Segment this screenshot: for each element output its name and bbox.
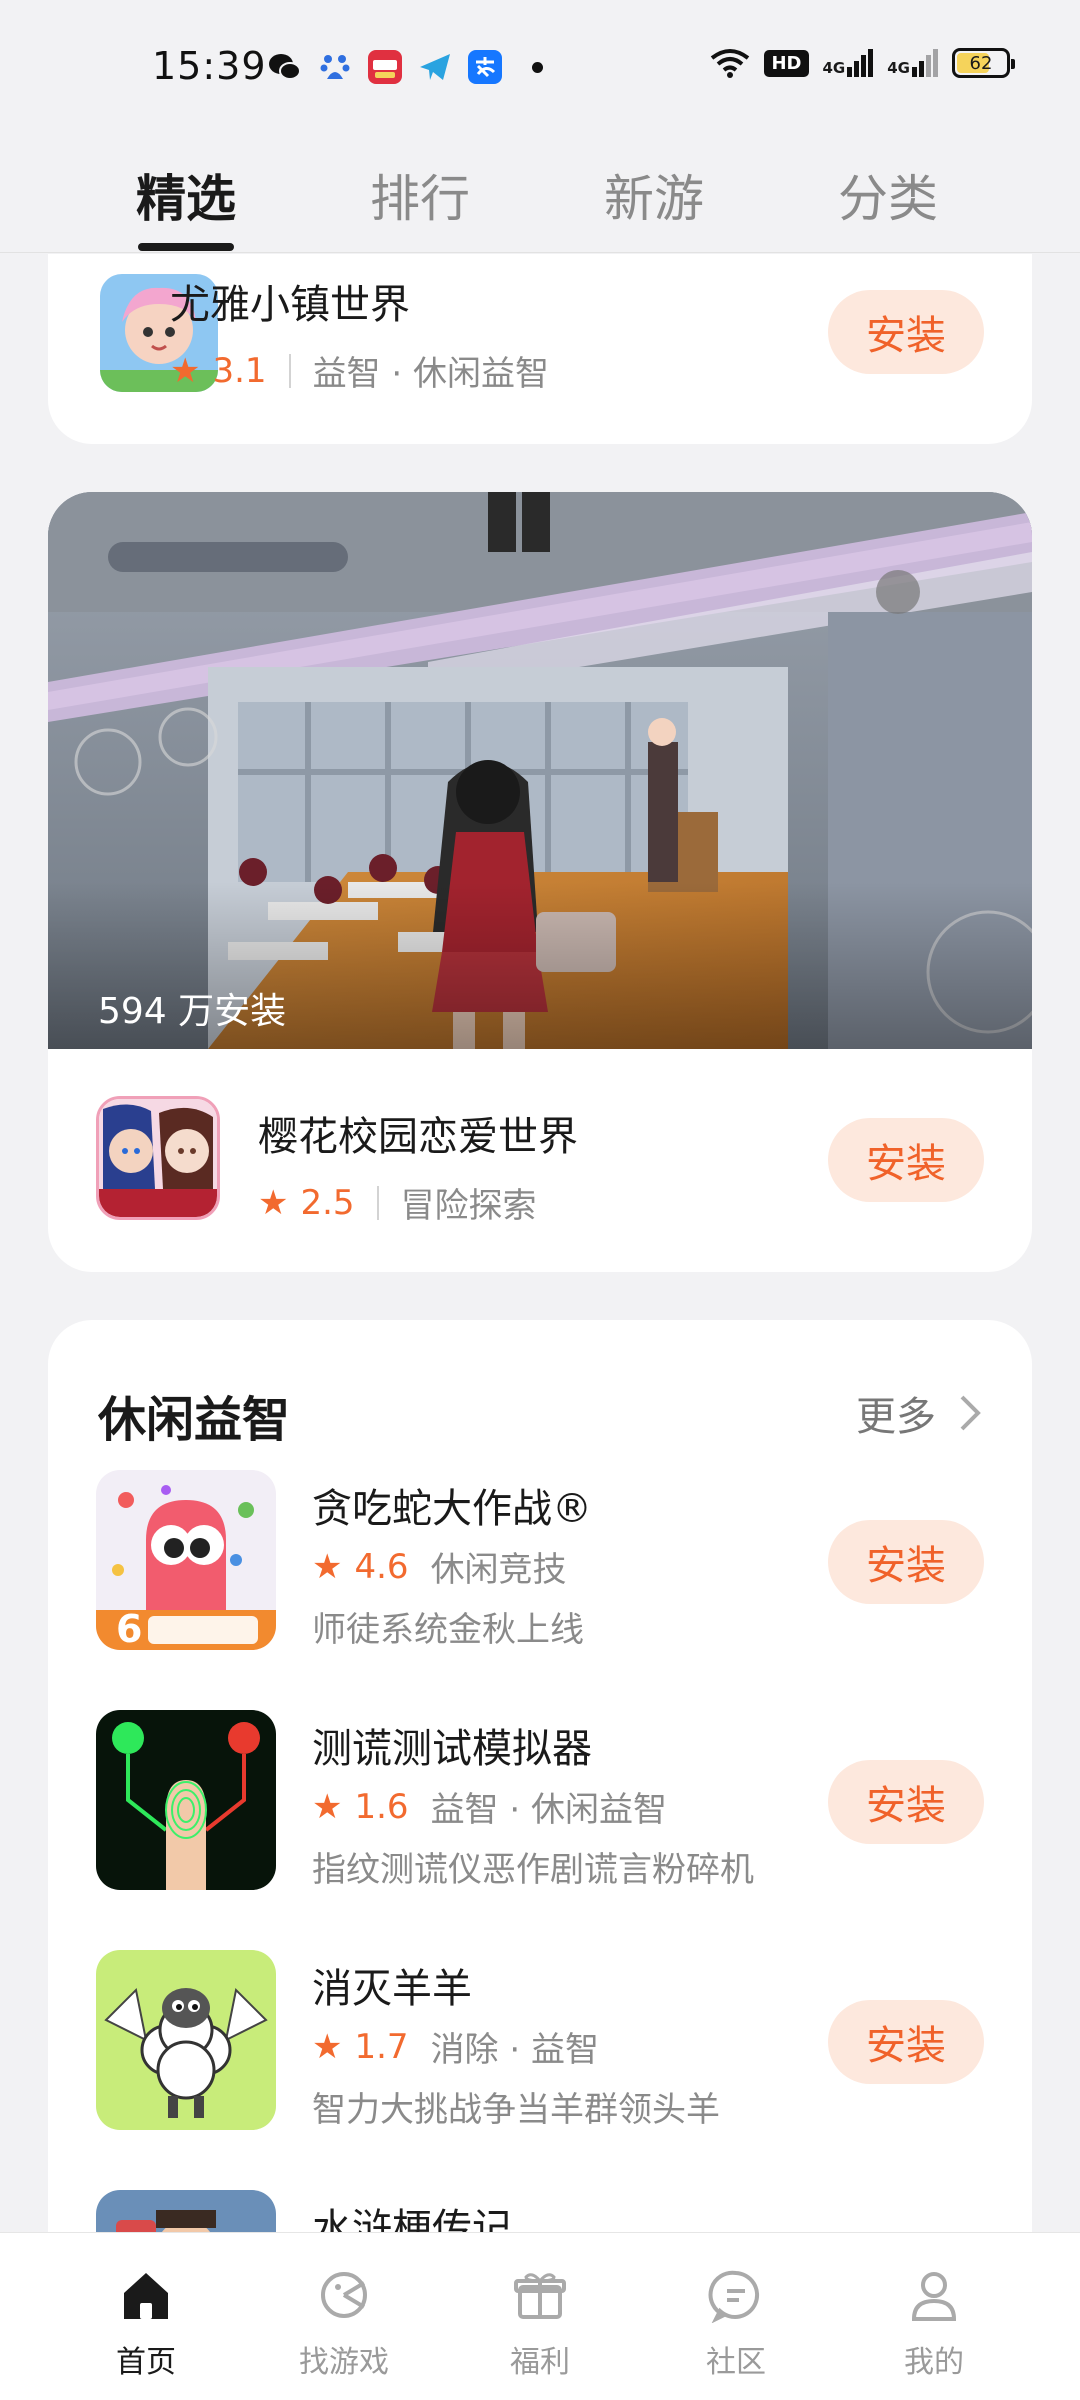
featured-banner-image[interactable]: 594 万安装 — [48, 492, 1032, 1049]
app-name: 尤雅小镇世界 — [170, 282, 410, 328]
list-item[interactable]: 6 贪吃蛇大作战® ★ 4.6 休闲竞技 师徒系统金秋上线 安装 — [48, 1470, 1032, 1670]
community-icon — [708, 2270, 760, 2323]
app-name: 测谎测试模拟器 — [312, 1726, 592, 1772]
app-rating: 3.1 — [212, 350, 267, 391]
app-name: 消灭羊羊 — [312, 1966, 472, 2012]
snake-app-icon: 6 — [96, 1470, 276, 1650]
install-button[interactable]: 安装 — [828, 1520, 984, 1604]
profile-icon — [911, 2272, 957, 2321]
home-icon — [124, 2273, 168, 2319]
install-count: 594 万安装 — [98, 991, 287, 1032]
install-button[interactable]: 安装 — [828, 290, 984, 374]
list-item[interactable]: 消灭羊羊 ★ 1.7 消除 · 益智 智力大挑战争当羊群领头羊 安装 — [48, 1950, 1032, 2150]
svg-text:6: 6 — [116, 1607, 142, 1650]
nav-benefits[interactable]: 福利 — [460, 2261, 620, 2381]
star-icon: ★ — [312, 1546, 343, 1587]
chevron-right-icon — [960, 1395, 981, 1431]
hd-badge: HD — [764, 49, 809, 77]
signal-2: 4G — [887, 49, 938, 77]
section-title: 休闲益智 — [98, 1392, 291, 1448]
tab-active-indicator — [138, 243, 234, 251]
nav-home-label: 首页 — [116, 2345, 176, 2380]
tab-new-games[interactable]: 新游 — [574, 159, 734, 231]
app-name: 贪吃蛇大作战® — [312, 1486, 592, 1532]
signal-1: 4G — [823, 49, 874, 77]
section-casual-puzzle: 休闲益智 更多 6 贪吃蛇大作战® ★ 4.6 休闲竞技 师徒系统金秋上线 安装 — [48, 1320, 1032, 2320]
more-notifications-dot — [532, 61, 543, 73]
bottom-nav: 首页 找游戏 福利 社区 我的 — [0, 2232, 1080, 2400]
app-rating-row: ★ 2.5 冒险探索 — [258, 1178, 537, 1227]
nav-benefits-label: 福利 — [510, 2345, 570, 2380]
star-icon: ★ — [312, 2026, 343, 2067]
featured-card[interactable]: 594 万安装 樱花校园恋爱世界 ★ 2.5 冒险探索 安装 — [48, 492, 1032, 1272]
list-item[interactable]: 测谎测试模拟器 ★ 1.6 益智 · 休闲益智 指纹测谎仪恶作剧谎言粉碎机 安装 — [48, 1710, 1032, 1910]
more-label: 更多 — [856, 1394, 936, 1440]
star-icon: ★ — [312, 1786, 343, 1827]
star-icon: ★ — [258, 1182, 289, 1223]
xiaohongshu-icon — [368, 50, 402, 84]
app-card-youya[interactable]: 尤雅小镇世界 ★ 3.1 益智 · 休闲益智 安装 — [48, 254, 1032, 444]
notification-icons — [268, 50, 543, 84]
signal-2-label: 4G — [887, 59, 910, 77]
app-description: 指纹测谎仪恶作剧谎言粉碎机 — [312, 1850, 754, 1890]
status-indicators: HD 4G 4G 62 — [710, 48, 1015, 78]
wifi-icon — [711, 49, 750, 78]
app-rating: 4.6 — [354, 1546, 409, 1587]
nav-home[interactable]: 首页 — [66, 2261, 226, 2381]
divider — [376, 1185, 379, 1220]
nav-profile[interactable]: 我的 — [854, 2261, 1014, 2381]
app-rating: 1.7 — [354, 2026, 409, 2067]
tab-ranking[interactable]: 排行 — [340, 159, 500, 231]
gift-icon — [514, 2273, 566, 2319]
app-rating-row: ★ 3.1 益智 · 休闲益智 — [170, 346, 549, 395]
app-rating-row: ★ 4.6 休闲竞技 — [312, 1542, 567, 1591]
app-description: 智力大挑战争当羊群领头羊 — [312, 2090, 720, 2130]
app-tags: 休闲竞技 — [430, 1550, 567, 1590]
baidu-icon — [318, 50, 352, 84]
find-game-icon — [321, 2272, 367, 2318]
nav-find-game-label: 找游戏 — [299, 2345, 389, 2380]
wechat-icon — [268, 50, 302, 84]
app-name: 樱花校园恋爱世界 — [258, 1114, 578, 1160]
signal-1-label: 4G — [822, 59, 846, 77]
alipay-icon — [468, 50, 502, 84]
install-button[interactable]: 安装 — [828, 2000, 984, 2084]
nav-profile-label: 我的 — [904, 2345, 964, 2380]
tab-categories[interactable]: 分类 — [808, 159, 968, 231]
nav-community[interactable]: 社区 — [656, 2261, 816, 2381]
lie-detector-app-icon — [96, 1710, 276, 1890]
divider — [288, 353, 291, 388]
sheep-app-icon — [96, 1950, 276, 2130]
battery-icon: 62 — [952, 48, 1015, 78]
app-tags: 益智 · 休闲益智 — [312, 354, 549, 394]
app-rating: 1.6 — [354, 1786, 409, 1827]
app-rating: 2.5 — [300, 1182, 355, 1223]
app-rating-row: ★ 1.6 益智 · 休闲益智 — [312, 1782, 667, 1831]
tab-featured[interactable]: 精选 — [106, 159, 266, 231]
app-rating-row: ★ 1.7 消除 · 益智 — [312, 2022, 599, 2071]
app-description: 师徒系统金秋上线 — [312, 1610, 584, 1650]
more-link[interactable]: 更多 — [856, 1384, 982, 1442]
top-tabs: 精选 排行 新游 分类 — [0, 135, 1080, 253]
app-tags: 益智 · 休闲益智 — [430, 1790, 667, 1830]
star-icon: ★ — [170, 350, 201, 391]
app-tags: 消除 · 益智 — [430, 2030, 599, 2070]
battery-level: 62 — [969, 52, 993, 74]
app-tags: 冒险探索 — [400, 1186, 537, 1226]
install-button[interactable]: 安装 — [828, 1118, 984, 1202]
status-bar: 15:39 HD 4G 4G 62 — [0, 0, 1080, 135]
telegram-icon — [418, 50, 452, 84]
sakura-app-icon — [96, 1096, 220, 1220]
nav-community-label: 社区 — [706, 2345, 766, 2380]
nav-find-game[interactable]: 找游戏 — [264, 2261, 424, 2381]
install-button[interactable]: 安装 — [828, 1760, 984, 1844]
status-time: 15:39 — [152, 44, 267, 88]
